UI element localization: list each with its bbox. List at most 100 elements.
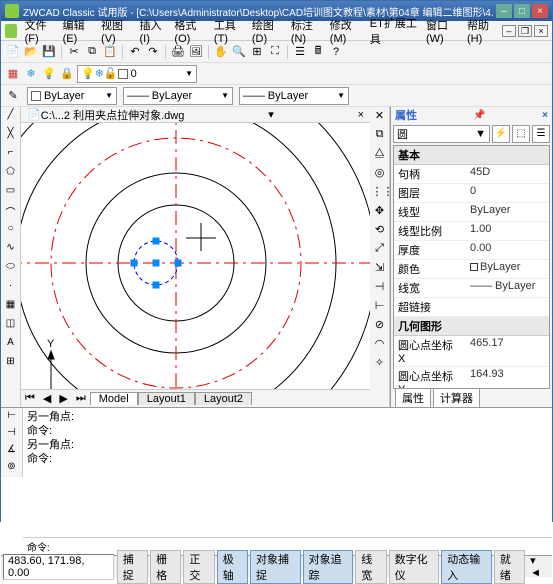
grip-center[interactable] — [153, 260, 160, 267]
array-icon[interactable]: ⋮⋮ — [372, 185, 388, 201]
status-数字化仪[interactable]: 数字化仪 — [389, 550, 440, 584]
tab-layout1[interactable]: Layout1 — [138, 392, 195, 405]
dim-icon[interactable]: ⊢ — [4, 410, 20, 424]
prop-close-icon[interactable]: × — [542, 110, 548, 121]
dim3-icon[interactable]: ∡ — [4, 444, 20, 458]
prop-row[interactable]: 圆心点坐标 X465.17 — [394, 336, 549, 367]
plot-icon[interactable]: 🖼 — [188, 44, 204, 60]
prop-filter-icon[interactable]: ☰ — [532, 125, 550, 143]
prop-qselect-icon[interactable]: ⚡ — [492, 125, 510, 143]
menu-format[interactable]: 格式(O) — [170, 17, 209, 45]
prop-row[interactable]: 厚度0.00 — [394, 241, 549, 260]
prop-row[interactable]: 圆心点坐标 Y164.93 — [394, 367, 549, 389]
copy2-icon[interactable]: ⧉ — [372, 128, 388, 144]
zoomext-icon[interactable]: ⛶ — [267, 44, 283, 60]
circle-icon[interactable]: ○ — [3, 223, 19, 239]
grip-n[interactable] — [153, 238, 160, 245]
canvas-close-icon[interactable]: × — [358, 109, 364, 121]
prop-row[interactable]: 句柄45D — [394, 165, 549, 184]
status-栅格[interactable]: 栅格 — [150, 550, 181, 584]
stretch-icon[interactable]: ⇲ — [372, 261, 388, 277]
status-menu-icon[interactable]: ▾ ◄ — [526, 554, 552, 579]
calc-icon[interactable]: 🖩 — [310, 44, 326, 60]
layer-icon[interactable]: ▦ — [5, 66, 21, 82]
hatch-icon[interactable]: ▦ — [3, 299, 19, 315]
menu-modify[interactable]: 修改(M) — [326, 17, 366, 45]
dim2-icon[interactable]: ⊣ — [4, 427, 20, 441]
color-combo[interactable]: ByLayer▼ — [27, 87, 117, 105]
ellipse-icon[interactable]: ⬭ — [3, 261, 19, 277]
prop-pick-icon[interactable]: ⬚ — [512, 125, 530, 143]
break-icon[interactable]: ⊘ — [372, 318, 388, 334]
menu-draw[interactable]: 绘图(D) — [248, 17, 287, 45]
prop-row[interactable]: 线型比例1.00 — [394, 222, 549, 241]
mdi-restore[interactable]: ❐ — [518, 25, 532, 37]
dim4-icon[interactable]: ⊚ — [4, 461, 20, 475]
xline-icon[interactable]: ╳ — [3, 128, 19, 144]
tab-first-icon[interactable]: ⏮ — [21, 392, 39, 405]
mirror-icon[interactable]: ⧋ — [372, 147, 388, 163]
offset-icon[interactable]: ◎ — [372, 166, 388, 182]
explode-icon[interactable]: ✧ — [372, 356, 388, 372]
erase-icon[interactable]: ✕ — [372, 109, 388, 125]
command-history[interactable]: 另一角点: 命令: 另一角点: 命令: — [23, 408, 552, 477]
prop-row[interactable]: 图层0 — [394, 184, 549, 203]
prop-pin-icon[interactable]: 📌 — [473, 110, 485, 121]
status-极轴[interactable]: 极轴 — [217, 550, 248, 584]
tab-next-icon[interactable]: ▶ — [55, 392, 71, 405]
close-button[interactable]: × — [532, 4, 548, 18]
lineweight-combo[interactable]: —— ByLayer▼ — [239, 87, 349, 105]
extend-icon[interactable]: ⊢ — [372, 299, 388, 315]
linetype-combo[interactable]: —— ByLayer▼ — [123, 87, 233, 105]
copy-icon[interactable]: ⧉ — [84, 44, 100, 60]
menu-help[interactable]: 帮助(H) — [463, 17, 502, 45]
redo-icon[interactable]: ↷ — [145, 44, 161, 60]
match-icon[interactable]: ✎ — [5, 88, 21, 104]
line-icon[interactable]: ╱ — [3, 109, 19, 125]
mdi-close[interactable]: × — [534, 25, 548, 37]
fillet-icon[interactable]: ◠ — [372, 337, 388, 353]
lock-icon[interactable]: 🔒 — [59, 66, 75, 82]
rect-icon[interactable]: ▭ — [3, 185, 19, 201]
tab-last-icon[interactable]: ⏭ — [72, 392, 90, 405]
coord-readout[interactable]: 483.60, 171.98, 0.00 — [3, 554, 114, 580]
props-icon[interactable]: ☰ — [292, 44, 308, 60]
arc-icon[interactable]: ⌒ — [3, 204, 19, 220]
paste-icon[interactable]: 📋 — [102, 44, 118, 60]
mdi-minimize[interactable]: – — [502, 25, 516, 37]
status-对象追踪[interactable]: 对象追踪 — [303, 550, 354, 584]
drawing-canvas[interactable]: X Y — [21, 123, 370, 389]
canvas-pin-icon[interactable]: ▾ — [268, 108, 274, 121]
save-icon[interactable]: 💾 — [41, 44, 57, 60]
spline-icon[interactable]: ∿ — [3, 242, 19, 258]
menu-dim[interactable]: 标注(N) — [287, 17, 326, 45]
zoom-icon[interactable]: 🔍 — [231, 44, 247, 60]
status-线宽[interactable]: 线宽 — [355, 550, 386, 584]
text-icon[interactable]: A — [3, 337, 19, 353]
menu-tools[interactable]: 工具(T) — [210, 17, 248, 45]
rotate-icon[interactable]: ⟲ — [372, 223, 388, 239]
tab-model[interactable]: Model — [90, 392, 138, 405]
status-动态输入[interactable]: 动态输入 — [441, 550, 492, 584]
undo-icon[interactable]: ↶ — [127, 44, 143, 60]
tab-layout2[interactable]: Layout2 — [195, 392, 252, 405]
pline-icon[interactable]: ⌐ — [3, 147, 19, 163]
grip-s[interactable] — [153, 282, 160, 289]
scale-icon[interactable]: ⤢ — [372, 242, 388, 258]
help-icon[interactable]: ? — [328, 44, 344, 60]
prop-tab-calc[interactable]: 计算器 — [433, 388, 480, 408]
menu-insert[interactable]: 插入(I) — [136, 17, 171, 45]
grip-e[interactable] — [175, 260, 182, 267]
status-正交[interactable]: 正交 — [183, 550, 214, 584]
table-icon[interactable]: ⊞ — [3, 356, 19, 372]
trim-icon[interactable]: ⊣ — [372, 280, 388, 296]
prop-row[interactable]: 线型ByLayer — [394, 203, 549, 222]
prop-row[interactable]: 线宽—— ByLayer — [394, 279, 549, 298]
prop-tab-props[interactable]: 属性 — [395, 388, 431, 408]
menu-edit[interactable]: 编辑(E) — [59, 17, 97, 45]
tab-prev-icon[interactable]: ◀ — [39, 392, 55, 405]
pan-icon[interactable]: ✋ — [213, 44, 229, 60]
zoomwin-icon[interactable]: ⊞ — [249, 44, 265, 60]
cut-icon[interactable]: ✂ — [66, 44, 82, 60]
polygon-icon[interactable]: ⬠ — [3, 166, 19, 182]
